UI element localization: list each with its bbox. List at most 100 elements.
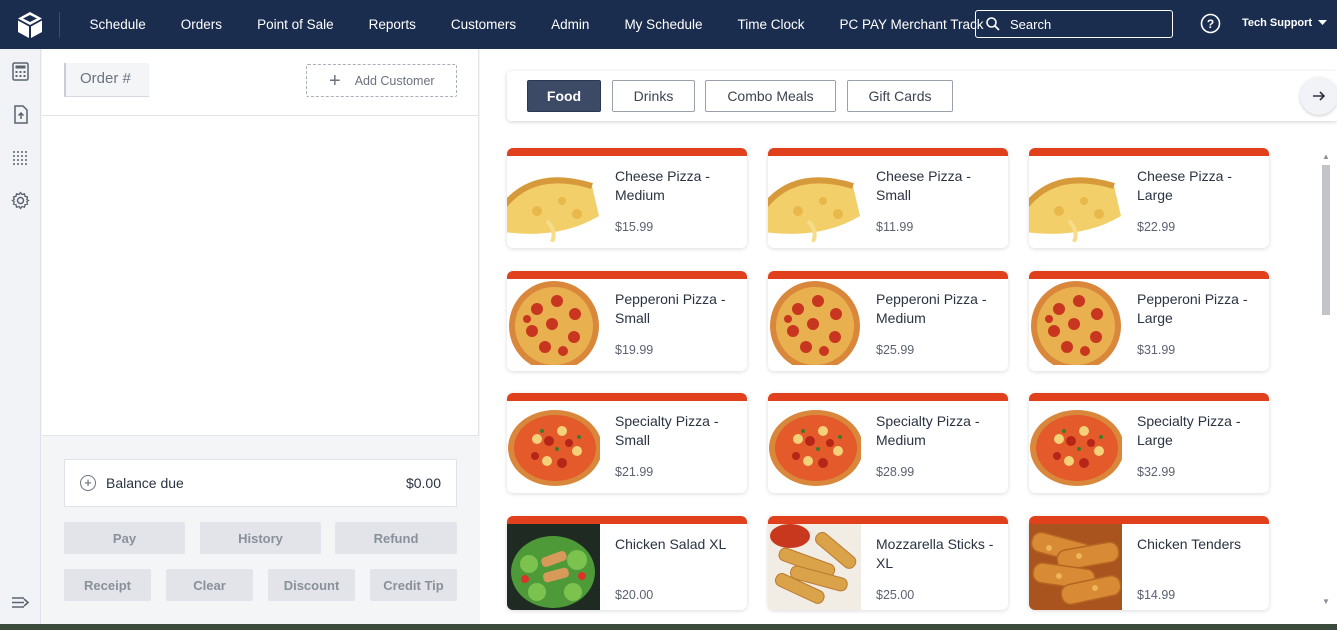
menu-area: Food Drinks Combo Meals Gift Cards Chees… — [480, 49, 1337, 624]
menu-item-card[interactable]: Specialty Pizza - Medium $28.99 — [768, 393, 1008, 493]
menu-item-name: Pepperoni Pizza - Large — [1137, 291, 1248, 326]
specialty-pizza-image — [768, 401, 861, 487]
menu-item-name: Pepperoni Pizza - Medium — [876, 291, 987, 326]
pepperoni-pizza-image — [1029, 279, 1122, 365]
menu-item-name: Cheese Pizza - Medium — [615, 168, 710, 203]
nav-point-of-sale[interactable]: Point of Sale — [240, 17, 352, 32]
menu-item-card[interactable]: Pepperoni Pizza - Small $19.99 — [507, 271, 747, 371]
chicken-salad-image — [507, 524, 600, 610]
grid-dots-icon[interactable] — [11, 148, 30, 167]
search-input[interactable] — [1010, 16, 1160, 32]
app-logo-icon[interactable] — [0, 11, 60, 38]
nav-admin[interactable]: Admin — [534, 17, 607, 32]
search-box[interactable] — [975, 10, 1173, 38]
category-bar: Food Drinks Combo Meals Gift Cards — [507, 71, 1337, 121]
nav-my-schedule[interactable]: My Schedule — [607, 17, 720, 32]
scroll-down-arrow-icon[interactable]: ▼ — [1322, 597, 1330, 606]
expand-plus-icon[interactable]: + — [80, 475, 96, 491]
cheese-pizza-image — [507, 156, 600, 242]
menu-item-card[interactable]: Chicken Salad XL $20.00 — [507, 516, 747, 610]
menu-item-card[interactable]: Specialty Pizza - Large $32.99 — [1029, 393, 1269, 493]
search-icon — [986, 17, 1000, 31]
menu-item-card[interactable]: Chicken Tenders $14.99 — [1029, 516, 1269, 610]
order-number-field[interactable]: Order # — [64, 63, 149, 97]
menu-item-card[interactable]: Pepperoni Pizza - Large $31.99 — [1029, 271, 1269, 371]
scrollbar-thumb[interactable] — [1322, 165, 1330, 315]
menu-item-name: Mozzarella Sticks - XL — [876, 536, 994, 571]
menu-item-price: $28.99 — [876, 465, 915, 479]
cheese-pizza-image — [768, 156, 861, 242]
discount-button[interactable]: Discount — [268, 569, 355, 601]
menu-item-price: $14.99 — [1137, 588, 1176, 602]
add-customer-button[interactable]: + Add Customer — [306, 64, 457, 97]
refund-button[interactable]: Refund — [335, 522, 457, 554]
category-gift-cards[interactable]: Gift Cards — [847, 80, 953, 112]
menu-item-name: Specialty Pizza - Small — [615, 413, 719, 448]
left-rail — [0, 49, 41, 624]
user-name: Tech Support — [1242, 17, 1313, 29]
pepperoni-pizza-image — [768, 279, 861, 365]
gear-icon[interactable] — [11, 191, 30, 210]
menu-item-card[interactable]: Cheese Pizza - Small $11.99 — [768, 148, 1008, 248]
menu-item-price: $25.00 — [876, 588, 915, 602]
top-nav-bar: Schedule Orders Point of Sale Reports Cu… — [0, 0, 1337, 49]
balance-due-amount: $0.00 — [405, 475, 441, 491]
menu-item-price: $20.00 — [615, 588, 654, 602]
menu-item-card[interactable]: Pepperoni Pizza - Medium $25.99 — [768, 271, 1008, 371]
menu-item-name: Specialty Pizza - Large — [1137, 413, 1241, 448]
menu-item-price: $22.99 — [1137, 220, 1176, 234]
nav-time-clock[interactable]: Time Clock — [720, 17, 822, 32]
menu-item-name: Chicken Salad XL — [615, 536, 727, 552]
menu-item-price: $15.99 — [615, 220, 654, 234]
specialty-pizza-image — [1029, 401, 1122, 487]
menu-item-price: $32.99 — [1137, 465, 1176, 479]
clear-button[interactable]: Clear — [166, 569, 253, 601]
nav-orders[interactable]: Orders — [163, 17, 239, 32]
pepperoni-pizza-image — [507, 279, 600, 365]
menu-item-card[interactable]: Mozzarella Sticks - XL $25.00 — [768, 516, 1008, 610]
nav-schedule[interactable]: Schedule — [72, 17, 163, 32]
specialty-pizza-image — [507, 401, 600, 487]
menu-item-card[interactable]: Cheese Pizza - Medium $15.99 — [507, 148, 747, 248]
menu-item-card[interactable]: Specialty Pizza - Small $21.99 — [507, 393, 747, 493]
order-header: Order # + Add Customer — [42, 49, 478, 116]
help-icon[interactable]: ? — [1200, 13, 1221, 34]
nav-reports[interactable]: Reports — [351, 17, 433, 32]
user-menu[interactable]: Tech Support — [1242, 17, 1328, 29]
plus-icon: + — [329, 69, 341, 92]
expand-menu-icon[interactable] — [11, 593, 30, 612]
menu-item-name: Specialty Pizza - Medium — [876, 413, 980, 448]
receipt-button[interactable]: Receipt — [64, 569, 151, 601]
menu-item-name: Cheese Pizza - Large — [1137, 168, 1232, 203]
balance-due-label: Balance due — [106, 475, 184, 491]
menu-item-name: Chicken Tenders — [1137, 536, 1242, 552]
calculator-icon[interactable] — [11, 62, 30, 81]
balance-due-row[interactable]: + Balance due $0.00 — [64, 459, 457, 507]
document-upload-icon[interactable] — [11, 105, 30, 124]
menu-item-name: Pepperoni Pizza - Small — [615, 291, 726, 326]
menu-item-name: Cheese Pizza - Small — [876, 168, 971, 203]
chevron-down-icon — [1318, 20, 1328, 25]
nav-customers[interactable]: Customers — [433, 17, 533, 32]
credit-tip-button[interactable]: Credit Tip — [370, 569, 457, 601]
menu-item-card[interactable]: Cheese Pizza - Large $22.99 — [1029, 148, 1269, 248]
chicken-tenders-image — [1029, 524, 1122, 610]
category-food[interactable]: Food — [527, 80, 601, 112]
category-combo-meals[interactable]: Combo Meals — [705, 80, 836, 112]
desktop-background-strip — [0, 624, 1337, 630]
menu-item-price: $19.99 — [615, 343, 654, 357]
order-panel: Order # + Add Customer + Balance due $0.… — [42, 49, 479, 624]
mozzarella-sticks-image — [768, 524, 861, 610]
add-customer-label: Add Customer — [354, 73, 435, 88]
cheese-pizza-image — [1029, 156, 1122, 242]
menu-item-price: $25.99 — [876, 343, 915, 357]
scroll-up-arrow-icon[interactable]: ▲ — [1322, 152, 1330, 161]
pay-button[interactable]: Pay — [64, 522, 185, 554]
main-nav: Schedule Orders Point of Sale Reports Cu… — [72, 17, 1001, 32]
order-footer: + Balance due $0.00 Pay History Refund R… — [42, 435, 479, 624]
svg-text:?: ? — [1207, 17, 1214, 31]
history-button[interactable]: History — [200, 522, 321, 554]
category-drinks[interactable]: Drinks — [612, 80, 695, 112]
menu-item-price: $31.99 — [1137, 343, 1176, 357]
next-category-arrow-icon[interactable] — [1300, 77, 1337, 115]
